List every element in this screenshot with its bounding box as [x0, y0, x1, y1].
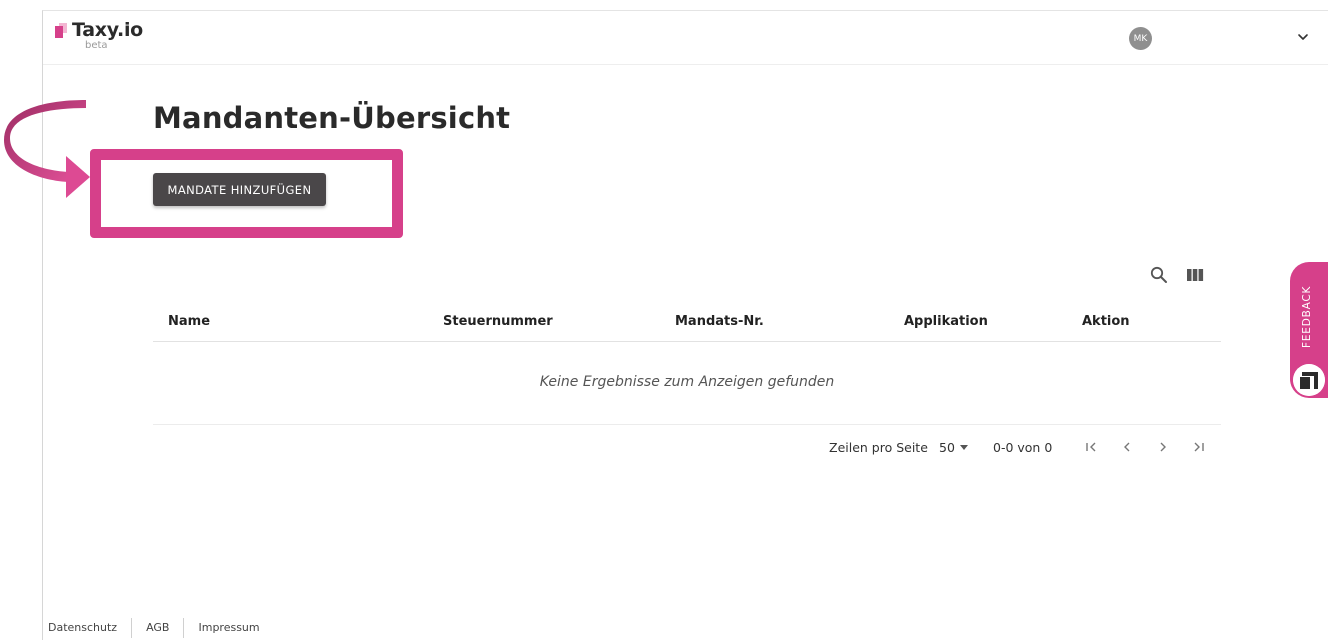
footer-link-privacy[interactable]: Datenschutz	[43, 618, 131, 638]
view-columns-icon[interactable]	[1185, 265, 1205, 285]
next-page-icon[interactable]	[1155, 439, 1171, 455]
search-icon[interactable]	[1149, 265, 1169, 285]
avatar-initials: MK	[1133, 33, 1148, 44]
table-header-divider	[153, 341, 1221, 342]
top-bar: Taxy.io beta MK	[43, 11, 1328, 65]
column-header-tax-number[interactable]: Steuernummer	[443, 314, 553, 329]
feedback-label[interactable]: FEEDBACK	[1301, 286, 1313, 348]
rows-per-page-value: 50	[939, 439, 955, 455]
column-header-action: Aktion	[1082, 314, 1130, 329]
column-header-name[interactable]: Name	[168, 314, 210, 329]
rows-per-page-select[interactable]: 50	[939, 438, 968, 456]
table-body-divider	[153, 424, 1221, 425]
user-avatar[interactable]: MK	[1129, 27, 1152, 50]
page-title: Mandanten-Übersicht	[153, 101, 511, 135]
caret-down-icon	[959, 444, 968, 450]
first-page-icon[interactable]	[1083, 439, 1099, 455]
pagination-range: 0-0 von 0	[993, 440, 1053, 455]
column-header-application[interactable]: Applikation	[904, 314, 988, 329]
column-header-mandate-number[interactable]: Mandats-Nr.	[675, 314, 764, 329]
rows-per-page-label: Zeilen pro Seite	[829, 440, 928, 455]
chevron-down-icon[interactable]	[1295, 29, 1311, 45]
footer: Datenschutz AGB Impressum	[43, 618, 274, 638]
feedback-logo-icon	[1293, 364, 1325, 396]
last-page-icon[interactable]	[1191, 439, 1207, 455]
footer-link-imprint[interactable]: Impressum	[183, 618, 273, 638]
app-window: Taxy.io beta MK Mandanten-Übersicht MAND…	[42, 10, 1328, 640]
curved-arrow-icon	[4, 100, 90, 198]
logo-beta-badge: beta	[85, 40, 108, 51]
logo-text: Taxy.io	[72, 19, 143, 41]
footer-link-terms[interactable]: AGB	[131, 618, 183, 638]
logo-mark-icon	[55, 23, 67, 38]
empty-table-message: Keine Ergebnisse zum Anzeigen gefunden	[539, 374, 835, 390]
highlight-box	[90, 149, 403, 238]
previous-page-icon[interactable]	[1119, 439, 1135, 455]
